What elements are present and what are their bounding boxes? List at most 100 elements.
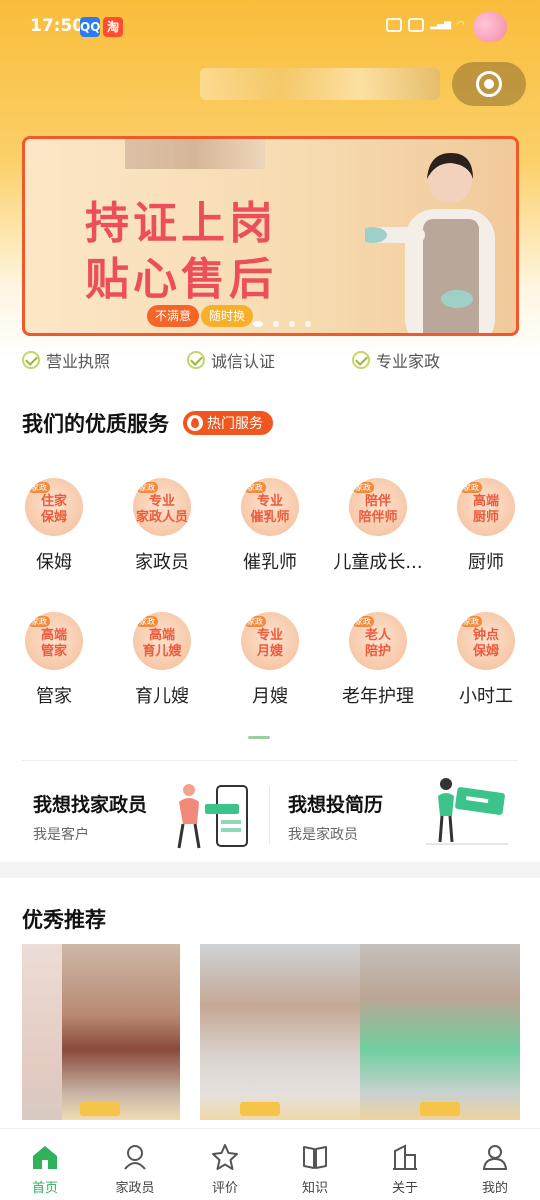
promo-banner[interactable]: 持证上岗 贴心售后 不满意 随时换 xyxy=(22,136,519,336)
find-housekeeper-title: 我想找家政员 xyxy=(33,794,148,816)
worker-icon xyxy=(124,1145,146,1170)
service-label: 催乳师 xyxy=(243,552,297,573)
check-circle-icon xyxy=(187,351,205,369)
recommend-carousel[interactable] xyxy=(22,944,540,1120)
find-housekeeper-subtitle: 我是客户 xyxy=(33,827,89,843)
banner-pagination xyxy=(253,321,311,327)
nav-label: 关于 xyxy=(391,1181,418,1196)
service-icon-text: 陪伴 陪伴师 xyxy=(358,494,398,525)
service-icon-text: 住家 保姆 xyxy=(40,494,67,525)
service-item-chef[interactable]: 家政 高端 厨师 厨师 xyxy=(432,478,540,588)
lactation-service-icon: 家政 专业 催乳师 xyxy=(241,478,299,536)
recommend-card-blurred[interactable] xyxy=(200,944,360,1120)
maternity-service-icon: 家政 专业 月嫂 xyxy=(241,612,299,670)
hot-services-badge[interactable]: 热门服务 xyxy=(183,411,273,435)
banner-dot[interactable] xyxy=(305,321,311,327)
housekeeper-illustration xyxy=(365,153,495,333)
divider xyxy=(22,760,518,761)
nav-home[interactable]: 首页 xyxy=(0,1129,90,1200)
taobao-app-icon: 淘 xyxy=(103,17,123,37)
banner-logo-blurred xyxy=(125,139,265,169)
nav-label: 首页 xyxy=(31,1181,58,1196)
service-icon-text: 高端 管家 xyxy=(40,628,67,659)
hourly-service-icon: 家政 钟点 保姆 xyxy=(457,612,515,670)
miniprogram-capsule[interactable] xyxy=(452,62,526,106)
butler-service-icon: 家政 高端 管家 xyxy=(25,612,83,670)
recommend-card-blurred[interactable] xyxy=(360,944,520,1120)
banner-dot[interactable] xyxy=(273,321,279,327)
trust-badge-label: 专业家政 xyxy=(376,352,441,371)
service-icon-text: 高端 育儿嫂 xyxy=(142,628,182,659)
service-label: 育儿嫂 xyxy=(135,686,189,707)
trust-badge: 营业执照 xyxy=(22,348,110,372)
wifi-icon: ◠ xyxy=(457,19,464,30)
nav-label: 家政员 xyxy=(115,1181,155,1196)
close-target-icon[interactable] xyxy=(476,71,502,97)
person-resume-illustration xyxy=(426,778,508,845)
eye-icon xyxy=(386,18,403,32)
services-section-title: 我们的优质服务 xyxy=(22,412,169,436)
fire-icon xyxy=(187,415,203,431)
banner-dot[interactable] xyxy=(253,321,263,327)
nav-workers[interactable]: 家政员 xyxy=(90,1129,180,1200)
trust-badge: 专业家政 xyxy=(352,348,440,372)
miniprogram-title-bar xyxy=(0,56,540,112)
service-label: 老年护理 xyxy=(342,686,414,707)
status-avatar-icon xyxy=(473,12,507,42)
trust-badge: 诚信认证 xyxy=(187,348,275,372)
service-item-infant-care[interactable]: 家政 高端 育儿嫂 育儿嫂 xyxy=(108,612,216,722)
status-time: 17:50 xyxy=(30,16,85,36)
service-icon-text: 专业 催乳师 xyxy=(250,494,290,525)
banner-dot[interactable] xyxy=(289,321,295,327)
service-label: 厨师 xyxy=(468,552,504,573)
building-icon xyxy=(393,1144,417,1170)
check-circle-icon xyxy=(22,351,40,369)
service-label: 管家 xyxy=(36,686,72,707)
find-housekeeper-card[interactable]: 我想找家政员 我是客户 xyxy=(33,776,269,852)
nav-about[interactable]: 关于 xyxy=(360,1129,450,1200)
submit-resume-subtitle: 我是家政员 xyxy=(288,827,358,843)
trust-badges-row: 营业执照 诚信认证 专业家政 xyxy=(0,348,540,376)
service-item-lactation[interactable]: 家政 专业 催乳师 催乳师 xyxy=(216,478,324,588)
service-label: 保姆 xyxy=(36,552,72,573)
nav-reviews[interactable]: 评价 xyxy=(180,1129,270,1200)
submit-resume-card[interactable]: 我想投简历 我是家政员 xyxy=(288,776,518,852)
hot-services-label: 热门服务 xyxy=(207,416,263,432)
service-label: 月嫂 xyxy=(252,686,288,707)
star-icon xyxy=(212,1144,238,1170)
recommend-section-title: 优秀推荐 xyxy=(22,908,106,932)
service-item-child-growth[interactable]: 家政 陪伴 陪伴师 儿童成长... xyxy=(324,478,432,588)
recommend-card-tag xyxy=(240,1102,280,1116)
trust-badge-label: 诚信认证 xyxy=(211,352,276,371)
service-icon-text: 专业 家政人员 xyxy=(135,494,188,525)
service-icon-text: 钟点 保姆 xyxy=(472,628,499,659)
service-item-nanny[interactable]: 家政 住家 保姆 保姆 xyxy=(0,478,108,588)
service-icon-text: 高端 厨师 xyxy=(472,494,499,525)
recommend-card-tag xyxy=(80,1102,120,1116)
banner-headline-2: 贴心售后 xyxy=(85,254,277,305)
trust-badge-label: 营业执照 xyxy=(46,352,111,371)
check-circle-icon xyxy=(352,351,370,369)
nav-knowledge[interactable]: 知识 xyxy=(270,1129,360,1200)
service-label: 儿童成长... xyxy=(333,552,423,573)
housekeeper-service-icon: 家政 专业 家政人员 xyxy=(133,478,191,536)
nav-label: 知识 xyxy=(301,1181,328,1196)
service-item-hourly[interactable]: 家政 钟点 保姆 小时工 xyxy=(432,612,540,722)
nav-label: 评价 xyxy=(211,1181,238,1196)
action-divider xyxy=(269,786,270,844)
service-item-housekeeper[interactable]: 家政 专业 家政人员 家政员 xyxy=(108,478,216,588)
nfc-icon xyxy=(408,18,425,32)
nav-mine[interactable]: 我的 xyxy=(450,1129,540,1200)
home-icon xyxy=(33,1146,57,1169)
recommend-card-tag xyxy=(420,1102,460,1116)
recommend-card-blurred[interactable] xyxy=(22,944,64,1120)
bottom-navigation: 首页 家政员 评价 知识 关于 我的 xyxy=(0,1128,540,1200)
submit-resume-title: 我想投简历 xyxy=(288,794,384,816)
service-item-maternity[interactable]: 家政 专业 月嫂 月嫂 xyxy=(216,612,324,722)
banner-headline-1: 持证上岗 xyxy=(85,198,277,249)
user-icon xyxy=(482,1145,508,1170)
status-indicators: ▂▄▆ ◠ xyxy=(386,18,464,32)
service-item-elderly-care[interactable]: 家政 老人 陪护 老年护理 xyxy=(324,612,432,722)
recommend-card-blurred[interactable] xyxy=(62,944,180,1120)
service-item-butler[interactable]: 家政 高端 管家 管家 xyxy=(0,612,108,722)
